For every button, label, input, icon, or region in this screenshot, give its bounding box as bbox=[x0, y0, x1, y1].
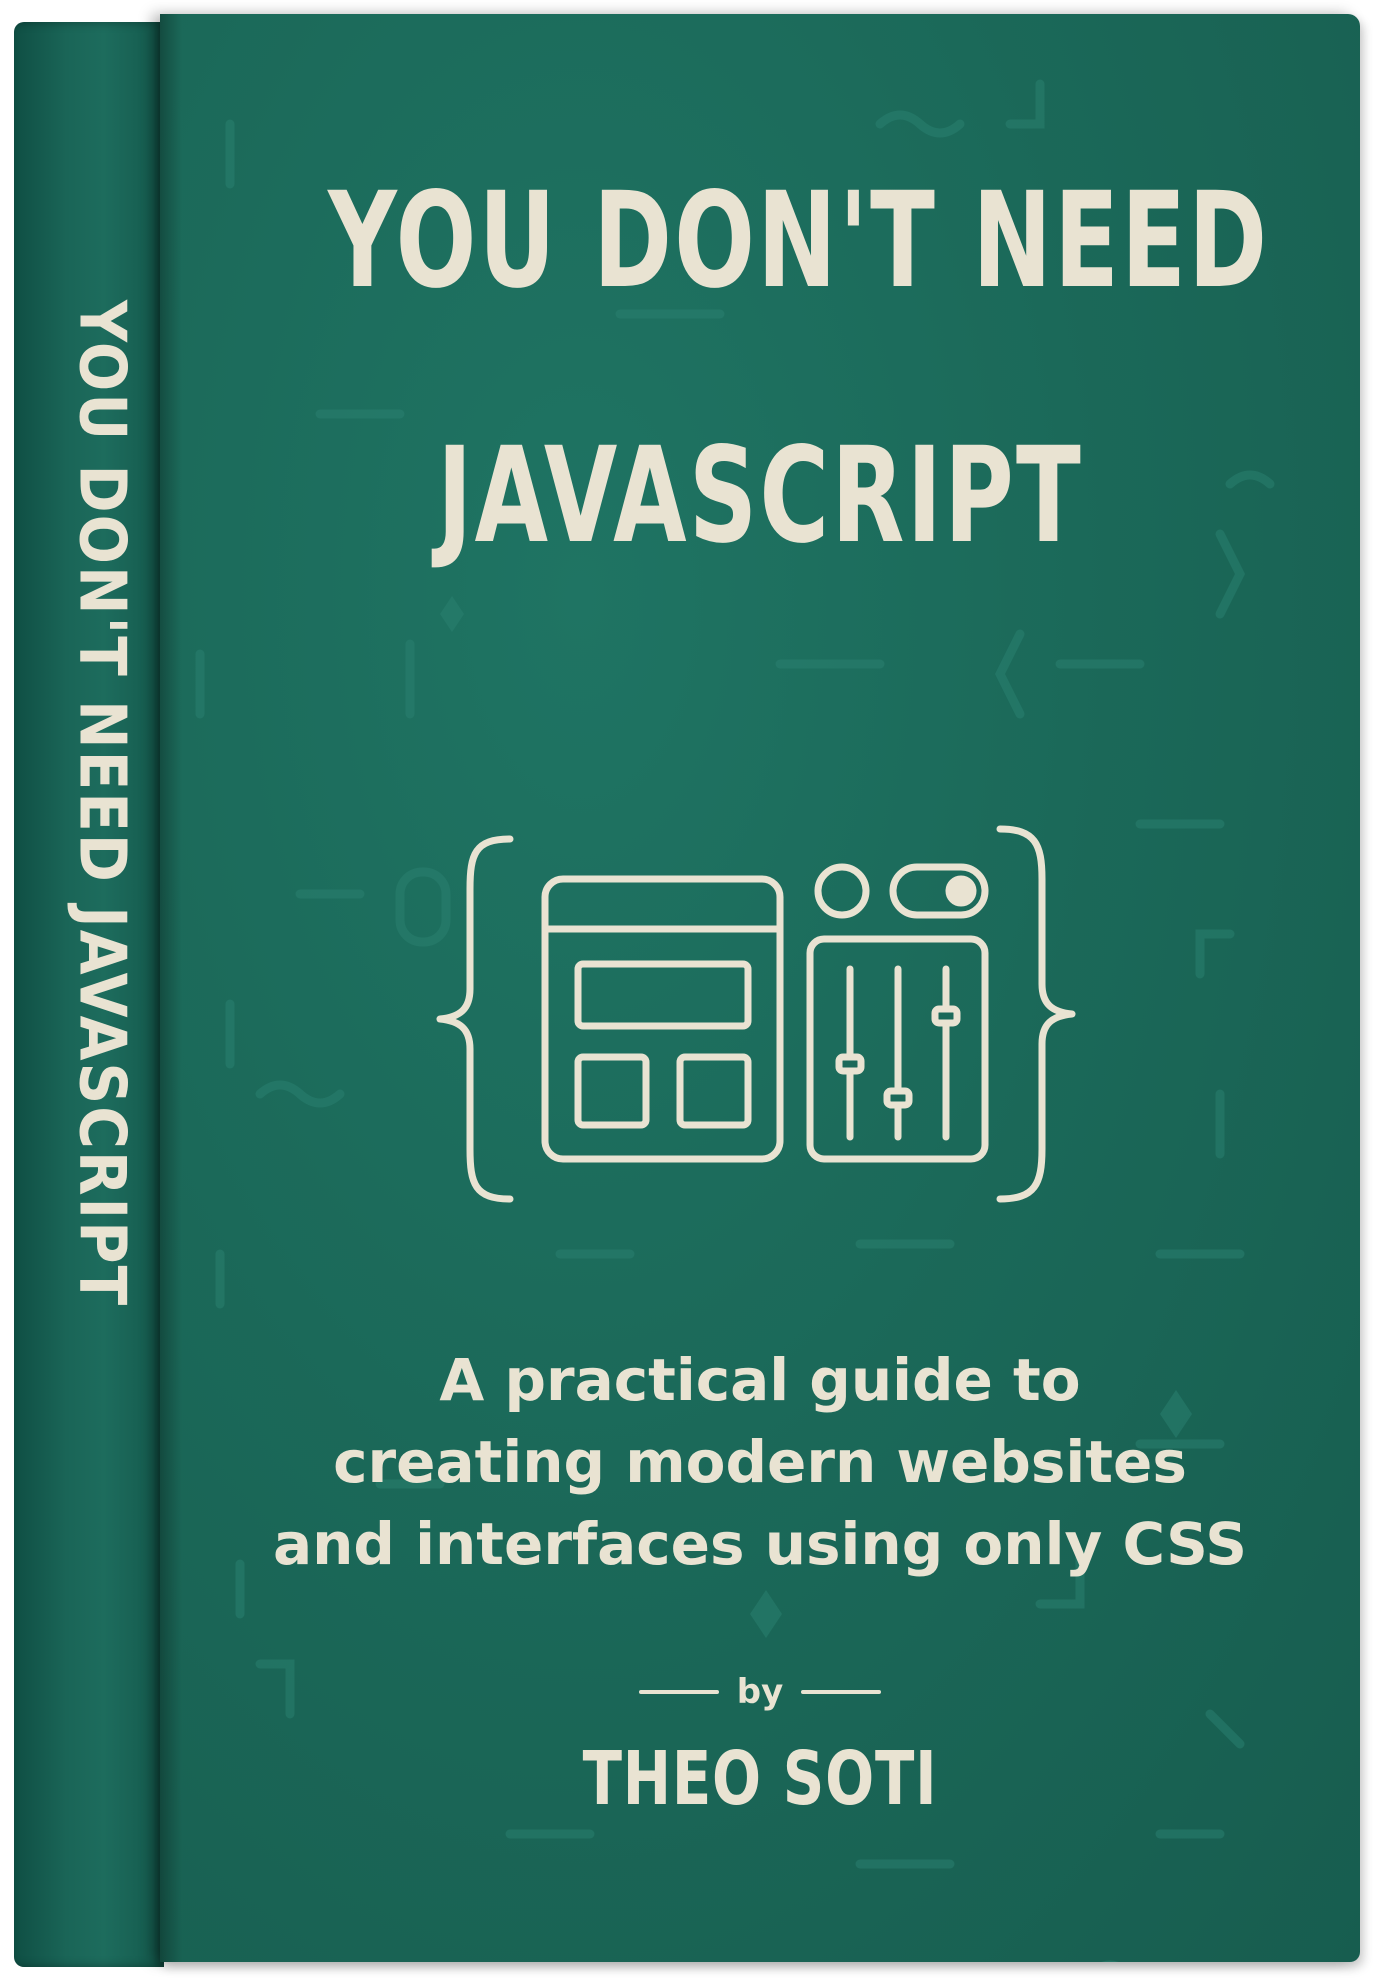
book-mockup: YOU DON'T NEED JAVASCRIPT YOU DON'T NEED… bbox=[0, 0, 1373, 1986]
subtitle-line: creating modern websites bbox=[333, 1428, 1187, 1496]
book-spine: YOU DON'T NEED JAVASCRIPT bbox=[14, 22, 164, 1967]
cover-subtitle: A practical guide to creating modern web… bbox=[160, 1339, 1360, 1585]
toggle-switch-icon bbox=[889, 863, 989, 919]
css-ui-illustration bbox=[436, 825, 1076, 1203]
byline: by THEO SOTI bbox=[160, 1672, 1360, 1822]
right-brace-icon bbox=[996, 825, 1076, 1203]
by-row: by bbox=[160, 1672, 1360, 1712]
divider bbox=[801, 1690, 882, 1694]
radio-circle-icon bbox=[814, 863, 870, 919]
by-label: by bbox=[736, 1672, 784, 1712]
sliders-panel-icon bbox=[806, 935, 989, 1163]
author-name: THEO SOTI bbox=[582, 1736, 938, 1822]
browser-window-icon bbox=[541, 875, 784, 1163]
left-brace-icon bbox=[436, 835, 514, 1203]
divider bbox=[638, 1690, 719, 1694]
subtitle-line: and interfaces using only CSS bbox=[272, 1510, 1248, 1578]
book-front-cover: YOU DON'T NEED JAVASCRIPT A practical gu… bbox=[160, 14, 1360, 1962]
spine-title: YOU DON'T NEED JAVASCRIPT bbox=[65, 300, 140, 1308]
cover-title-line-2: JAVASCRIPT bbox=[437, 419, 1083, 573]
cover-title-line-1: YOU DON'T NEED bbox=[327, 164, 1270, 318]
subtitle-line: A practical guide to bbox=[439, 1346, 1081, 1414]
